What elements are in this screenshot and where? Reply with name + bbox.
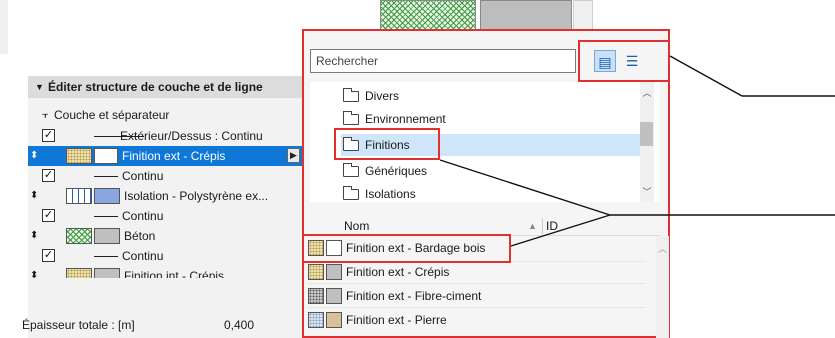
separator-line: [94, 216, 118, 217]
layer-label: Finition ext - Crépis: [122, 149, 226, 163]
scroll-up-icon[interactable]: ︿: [640, 86, 654, 99]
separator-label: Continu: [122, 169, 164, 183]
drag-handle-icon[interactable]: ⬍: [30, 266, 38, 278]
folder-icon: [343, 186, 359, 200]
checkbox-icon[interactable]: ✓: [42, 209, 55, 222]
fill-swatch: [308, 264, 324, 280]
folder-icon: [343, 88, 359, 102]
expand-triangle-icon: ▼: [35, 82, 44, 92]
name-column-header[interactable]: Nom: [344, 219, 369, 233]
list-item-crepis[interactable]: Finition ext - Crépis: [306, 262, 646, 282]
separator-row[interactable]: ✓ Extérieur/Dessus : Continu: [28, 126, 302, 146]
list-item-pierre[interactable]: Finition ext - Pierre: [306, 310, 646, 330]
drag-handle-icon[interactable]: ⬍: [30, 146, 38, 166]
separator-line: [94, 176, 118, 177]
structure-panel-header[interactable]: ▼ Éditer structure de couche et de ligne: [28, 76, 302, 98]
layer-label: Isolation - Polystyrène ex...: [124, 189, 269, 203]
layer-label: Béton: [124, 229, 156, 243]
material-swatch: [94, 148, 118, 164]
material-list-header: Nom ▲ ID: [310, 216, 660, 236]
panel-edge: [0, 0, 8, 54]
list-item-fibre-ciment[interactable]: Finition ext - Fibre-ciment: [306, 286, 646, 306]
folder-item-generiques[interactable]: Génériques: [341, 160, 647, 182]
folder-item-divers[interactable]: Divers: [341, 85, 647, 107]
fill-swatch: [66, 148, 92, 164]
separator-label: Extérieur/Dessus : Continu: [120, 129, 263, 143]
drag-handle-icon[interactable]: ⬍: [30, 226, 38, 246]
fill-swatch: [308, 312, 324, 328]
column-separator: [542, 218, 543, 234]
total-thickness-label: Épaisseur totale : [m]: [22, 318, 135, 332]
open-browser-arrow-icon[interactable]: ▶: [287, 148, 300, 163]
separator-row[interactable]: ✓ Continu: [28, 246, 302, 266]
layer-row[interactable]: ⬍ Finition int - Crépis: [28, 266, 302, 278]
list-scrollbar[interactable]: ︿: [656, 236, 669, 338]
layer-label: Finition int - Crépis: [124, 269, 225, 278]
item-label: Finition ext - Fibre-ciment: [346, 289, 482, 303]
folder-label: Divers: [365, 89, 400, 103]
drag-handle-icon[interactable]: ⬍: [30, 186, 38, 206]
fill-swatch: [66, 228, 92, 244]
item-label: Finition ext - Crépis: [346, 265, 450, 279]
folder-item-isolations[interactable]: Isolations: [341, 183, 647, 202]
folder-label: Environnement: [365, 112, 446, 126]
folder-icon: [343, 111, 359, 125]
sort-ascending-icon: ▲: [528, 221, 537, 231]
total-thickness-value: 0,400: [224, 318, 255, 332]
material-swatch: [94, 228, 120, 244]
layer-row[interactable]: ⬍ Béton: [28, 226, 302, 246]
column-header-label: Couche et séparateur: [54, 108, 170, 122]
separator-row[interactable]: ✓ Continu: [28, 206, 302, 226]
separator-row[interactable]: ✓ Continu: [28, 166, 302, 186]
view-buttons-highlight: [578, 40, 670, 82]
row-divider: [308, 283, 646, 284]
material-swatch: [326, 288, 342, 304]
separator-line: [94, 256, 118, 257]
layer-row[interactable]: ⬍ Isolation - Polystyrène ex...: [28, 186, 302, 206]
material-swatch: [326, 264, 342, 280]
finitions-highlight: [334, 128, 440, 160]
folder-scroll-thumb[interactable]: [640, 122, 653, 146]
bardage-highlight: [302, 234, 511, 263]
folder-label: Isolations: [365, 187, 416, 201]
layer-column-header: ⫟ Couche et séparateur: [28, 105, 302, 125]
fill-swatch: [66, 188, 92, 204]
separator-label: Continu: [122, 209, 164, 223]
layer-structure-panel: ▼ Éditer structure de couche et de ligne…: [0, 0, 302, 338]
checkbox-icon[interactable]: ✓: [42, 129, 55, 142]
folder-item-environnement[interactable]: Environnement: [341, 108, 647, 130]
fill-swatch: [308, 288, 324, 304]
checkbox-icon[interactable]: ✓: [42, 249, 55, 262]
separator-label: Continu: [122, 249, 164, 263]
scroll-up-icon[interactable]: ︿: [656, 242, 669, 255]
callout-line-view-buttons: [669, 55, 743, 97]
material-swatch: [94, 188, 120, 204]
layer-row-selected[interactable]: ⬍ Finition ext - Crépis ▶: [28, 146, 302, 166]
id-column-header[interactable]: ID: [546, 219, 558, 233]
item-label: Finition ext - Pierre: [346, 313, 447, 327]
separator-pen-icon: ⫟: [42, 109, 49, 121]
material-swatch: [326, 312, 342, 328]
checkbox-icon[interactable]: ✓: [42, 169, 55, 182]
structure-panel-title: Éditer structure de couche et de ligne: [48, 80, 263, 94]
material-swatch: [94, 268, 120, 278]
folder-icon: [343, 163, 359, 177]
fill-swatch: [66, 268, 92, 278]
scroll-down-icon[interactable]: ﹀: [640, 185, 654, 198]
row-divider: [308, 307, 646, 308]
folder-label: Génériques: [365, 164, 428, 178]
search-input[interactable]: Rechercher: [310, 49, 576, 73]
